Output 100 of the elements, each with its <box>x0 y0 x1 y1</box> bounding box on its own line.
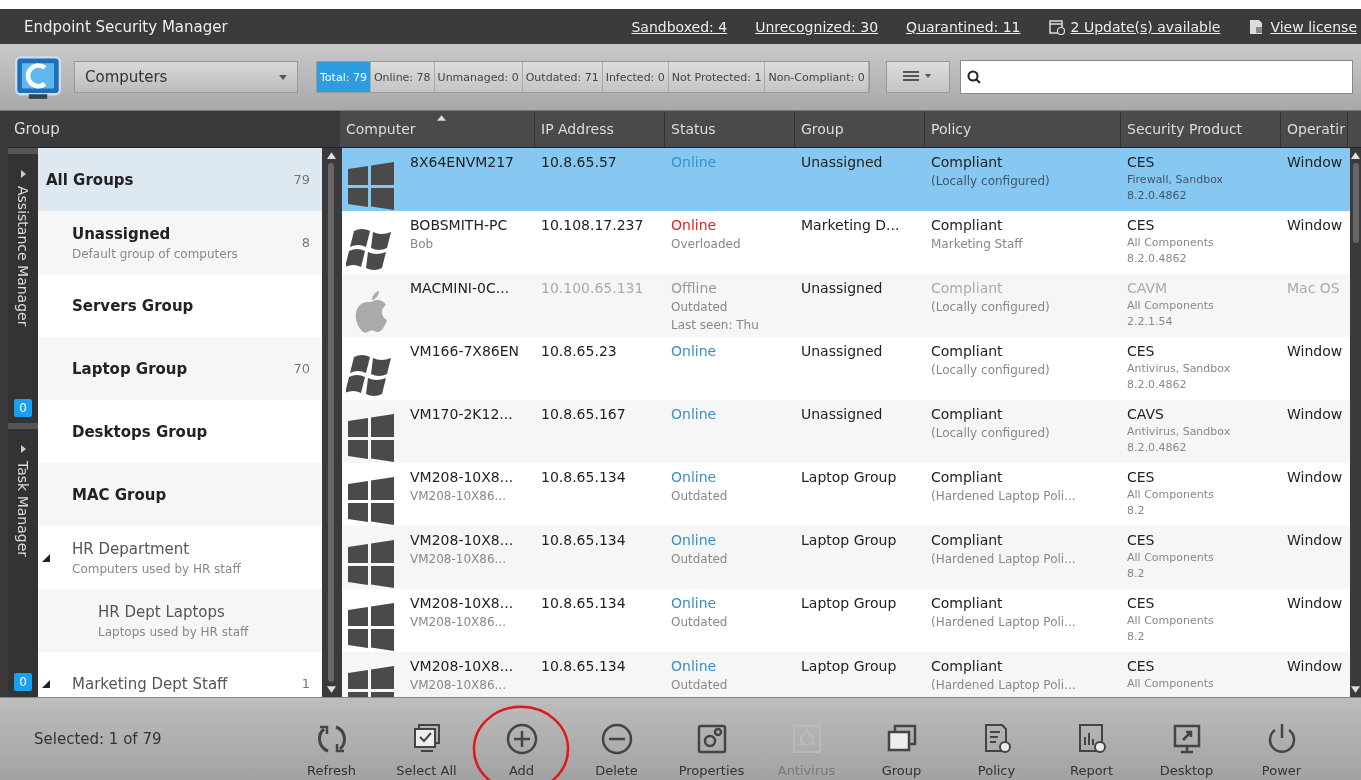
computer-user: VM208-10X86... <box>410 489 507 503</box>
toolbar-button[interactable]: Select All <box>379 698 474 780</box>
window-title: Endpoint Security Manager <box>24 17 228 36</box>
column-header[interactable]: IP Address <box>535 111 665 147</box>
group-count: 70 <box>293 361 310 376</box>
group-item[interactable]: Unassigned Default group of computers 8 <box>38 211 322 274</box>
scroll-up-icon[interactable] <box>1351 152 1360 159</box>
product-note: 2.2.1.54 <box>1127 315 1174 328</box>
computer-user: VM208-10X86... <box>410 615 507 629</box>
group-text: Laptop Group <box>801 595 897 611</box>
status-text: Online <box>671 406 718 422</box>
header-link[interactable]: Unrecognized: 30 <box>755 18 879 35</box>
computer-name: 8X64ENVM217 <box>410 154 514 170</box>
os-text: Window <box>1287 658 1343 674</box>
ip-address: 10.8.65.134 <box>541 595 626 611</box>
computer-name: BOBSMITH-PC <box>410 217 508 233</box>
filter-tab[interactable]: Infected: 0 <box>602 62 669 92</box>
toolbar-button[interactable]: Add <box>474 698 569 780</box>
filter-tab[interactable]: Outdated: 71 <box>522 62 603 92</box>
product-note: 8.2.0.4862 <box>1127 378 1188 391</box>
computer-row[interactable]: 8X64ENVM217 10.8.65.57 Online Unassigned Compliant (Locally configured) CES Firewall, Sandbox 8.2.0.4862 Window <box>342 148 1350 211</box>
computer-name: VM208-10X8... <box>410 532 514 548</box>
policy-note: (Hardened Laptop Poli... <box>931 678 1077 692</box>
panel-title: Group <box>14 120 60 138</box>
header-link[interactable]: Quarantined: 11 <box>906 18 1021 35</box>
group-name: MAC Group <box>72 485 168 504</box>
search-field[interactable] <box>959 60 1353 94</box>
triangle-icon <box>20 170 26 178</box>
computer-row[interactable]: VM208-10X8... VM208-10X86... 10.8.65.134 Online Outdated Laptop Group Compliant (Hardened Laptop Poli... CES All Components Window <box>342 652 1350 697</box>
ip-address: 10.8.65.134 <box>541 469 626 485</box>
sort-ascending-icon <box>437 115 446 121</box>
toolbar-button[interactable]: Group <box>854 698 949 780</box>
product-note: All Components <box>1127 551 1215 564</box>
group-text: Marketing D... <box>801 217 900 233</box>
policy-note: (Locally configured) <box>931 363 1051 377</box>
column-header[interactable]: Policy <box>925 111 1121 147</box>
filter-tab[interactable]: Non-Compliant: 0 <box>765 62 869 92</box>
toolbar-button[interactable]: Refresh <box>284 698 379 780</box>
product-note: All Components <box>1127 299 1215 312</box>
header-link[interactable]: 2 Update(s) available <box>1070 18 1221 35</box>
os-text: Window <box>1287 343 1343 359</box>
toolbar-button[interactable]: Power <box>1234 698 1329 780</box>
status-note: Outdated <box>671 552 729 566</box>
os-text: Window <box>1287 406 1343 422</box>
column-header[interactable]: Operatir <box>1281 111 1348 147</box>
scroll-down-icon[interactable] <box>1351 686 1360 693</box>
policy-text: Compliant <box>931 343 1004 359</box>
scrollbar[interactable] <box>1350 148 1361 697</box>
scroll-down-icon[interactable] <box>326 686 336 693</box>
column-header[interactable]: Status <box>665 111 795 147</box>
toolbar-button[interactable]: Delete <box>569 698 664 780</box>
column-header[interactable]: Security Product <box>1121 111 1281 147</box>
product-text: CAVS <box>1127 406 1165 422</box>
group-text: Unassigned <box>801 154 883 170</box>
group-item[interactable]: All Groups 79 <box>38 148 322 211</box>
column-header[interactable]: Computer <box>340 111 535 147</box>
toolbar-button[interactable]: Properties <box>664 698 759 780</box>
status-note: Outdated <box>671 489 729 503</box>
product-note: All Components <box>1127 614 1215 627</box>
status-text: Offline <box>671 280 718 296</box>
os-text: Window <box>1287 532 1343 548</box>
group-item[interactable]: Laptop Group 70 <box>38 337 322 400</box>
filter-tab[interactable]: Online: 78 <box>370 62 435 92</box>
toolbar-button[interactable]: Desktop <box>1139 698 1234 780</box>
computer-row[interactable]: VM170-2K12... 10.8.65.167 Online Unassigned Compliant (Locally configured) CAVS Antivirus, Sandbox 8.2.0.4862 Window <box>342 400 1350 463</box>
computer-row[interactable]: VM208-10X8... VM208-10X86... 10.8.65.134 Online Outdated Laptop Group Compliant (Hardened Laptop Poli... CES All Components 8.2 Window <box>342 526 1350 589</box>
status-text: Online <box>671 217 718 233</box>
toolbar-button[interactable]: Report <box>1044 698 1139 780</box>
computer-name: VM166-7X86EN <box>410 343 520 359</box>
status-text: Online <box>671 343 718 359</box>
computer-name: VM208-10X8... <box>410 469 514 485</box>
filter-tab[interactable]: Unmanaged: 0 <box>434 62 523 92</box>
menu-button[interactable] <box>885 61 950 93</box>
computer-user: VM208-10X86... <box>410 552 507 566</box>
product-text: CES <box>1127 658 1156 674</box>
group-count: 8 <box>301 235 310 250</box>
computer-name: VM208-10X8... <box>410 658 514 674</box>
scroll-up-icon[interactable] <box>326 152 336 159</box>
policy-note: (Locally configured) <box>931 174 1051 188</box>
column-header[interactable]: Group <box>795 111 925 147</box>
policy-text: Compliant <box>931 469 1004 485</box>
group-item[interactable]: MAC Group <box>38 463 322 526</box>
computer-name: VM208-10X8... <box>410 595 514 611</box>
header-link[interactable]: Sandboxed: 4 <box>631 18 728 35</box>
status-note: Outdated <box>671 300 729 314</box>
product-note: All Components <box>1127 677 1215 690</box>
group-item[interactable]: HR Dept Laptops Laptops used by HR staff <box>38 589 322 652</box>
group-count: 1 <box>301 676 310 691</box>
product-text: CES <box>1127 469 1156 485</box>
view-dropdown[interactable]: Computers <box>74 61 298 93</box>
group-description: Default group of computers <box>72 246 239 261</box>
computer-row[interactable]: MACMINI-0C... 10.100.65.131 Offline Outdated Last seen: Thu Unassigned Compliant (Locally configured) CAVM All Components 2.2.1.54 Mac OS <box>342 274 1350 337</box>
filter-tab[interactable]: Not Protected: 1 <box>668 62 766 92</box>
product-note: 8.2.0.4862 <box>1127 252 1188 265</box>
count-badge: 0 <box>14 398 32 417</box>
menu-icon <box>902 69 933 82</box>
group-text: Laptop Group <box>801 532 897 548</box>
header-link[interactable]: View license <box>1270 18 1357 35</box>
toolbar-button[interactable]: Policy <box>949 698 1044 780</box>
calendar-icon <box>1048 18 1065 35</box>
